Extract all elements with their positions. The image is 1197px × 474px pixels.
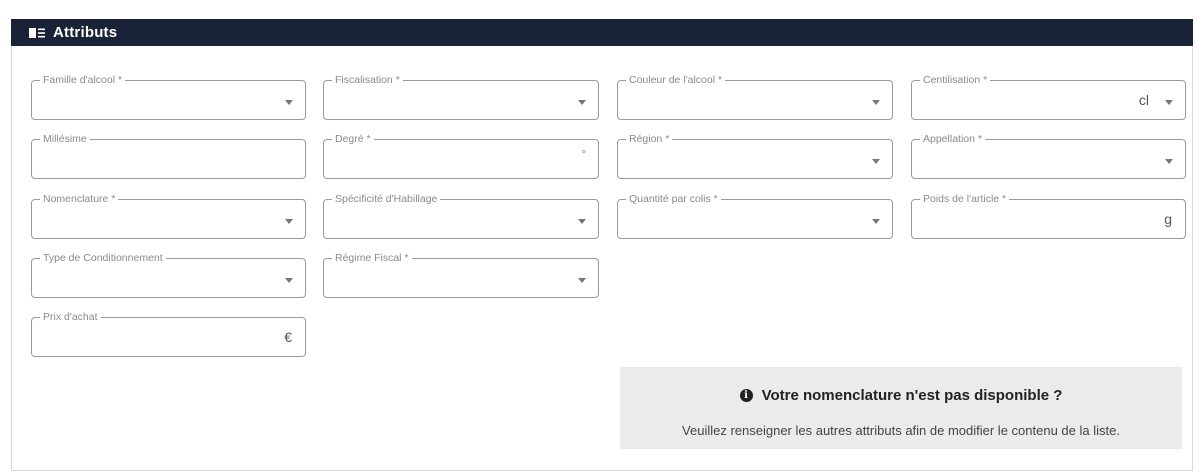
nomenclature-label: Nomenclature * <box>40 192 119 206</box>
regime-fiscal-select[interactable]: Régime Fiscal * <box>323 251 599 298</box>
quantite-colis-select[interactable]: Quantité par colis * <box>617 192 893 239</box>
chevron-down-icon <box>872 159 880 164</box>
chevron-down-icon <box>872 219 880 224</box>
centilisation-label: Centilisation * <box>920 73 991 87</box>
habillage-select[interactable]: Spécificité d'Habillage <box>323 192 599 239</box>
chevron-down-icon <box>285 100 293 105</box>
nomenclature-select[interactable]: Nomenclature * <box>31 192 306 239</box>
poids-article-label: Poids de l'article * <box>920 192 1010 206</box>
poids-unit: g <box>1164 211 1172 227</box>
couleur-alcool-select[interactable]: Couleur de l'alcool * <box>617 73 893 120</box>
region-select[interactable]: Région * <box>617 132 893 179</box>
chevron-down-icon <box>285 219 293 224</box>
centilisation-select[interactable]: Centilisation * cl <box>911 73 1186 120</box>
appellation-select[interactable]: Appellation * <box>911 132 1186 179</box>
degre-input[interactable]: Degré * ° <box>323 132 599 179</box>
chevron-down-icon <box>872 100 880 105</box>
list-view-icon <box>29 27 45 39</box>
conditionnement-label: Type de Conditionnement <box>40 251 166 265</box>
fiscalisation-label: Fiscalisation * <box>332 73 403 87</box>
euro-unit: € <box>284 329 292 345</box>
conditionnement-select[interactable]: Type de Conditionnement <box>31 251 306 298</box>
habillage-label: Spécificité d'Habillage <box>332 192 441 206</box>
prix-achat-input[interactable]: Prix d'achat € <box>31 310 306 357</box>
degre-label: Degré * <box>332 132 374 146</box>
chevron-down-icon <box>285 278 293 283</box>
nomenclature-info-box: i Votre nomenclature n'est pas disponibl… <box>620 367 1182 449</box>
millesime-input[interactable]: Millésime <box>31 132 306 179</box>
chevron-down-icon <box>578 219 586 224</box>
centilisation-unit: cl <box>1138 92 1149 108</box>
panel-header: Attributs <box>11 19 1193 46</box>
region-label: Région * <box>626 132 673 146</box>
chevron-down-icon <box>1165 159 1173 164</box>
fiscalisation-select[interactable]: Fiscalisation * <box>323 73 599 120</box>
prix-achat-label: Prix d'achat <box>40 310 101 324</box>
degre-unit: ° <box>581 149 586 161</box>
famille-alcool-select[interactable]: Famille d'alcool * <box>31 73 306 120</box>
regime-fiscal-label: Régime Fiscal * <box>332 251 412 265</box>
millesime-label: Millésime <box>40 132 90 146</box>
info-title-row: i Votre nomenclature n'est pas disponibl… <box>620 387 1182 404</box>
famille-alcool-label: Famille d'alcool * <box>40 73 126 87</box>
chevron-down-icon <box>578 100 586 105</box>
info-circle-icon: i <box>739 389 753 402</box>
panel-title: Attributs <box>53 24 118 41</box>
chevron-down-icon <box>578 278 586 283</box>
quantite-colis-label: Quantité par colis * <box>626 192 721 206</box>
appellation-label: Appellation * <box>920 132 985 146</box>
couleur-alcool-label: Couleur de l'alcool * <box>626 73 726 87</box>
chevron-down-icon <box>1165 100 1173 105</box>
info-text: Veuillez renseigner les autres attributs… <box>682 423 1120 438</box>
info-title: Votre nomenclature n'est pas disponible … <box>761 387 1063 404</box>
poids-article-input[interactable]: Poids de l'article * g <box>911 192 1186 239</box>
